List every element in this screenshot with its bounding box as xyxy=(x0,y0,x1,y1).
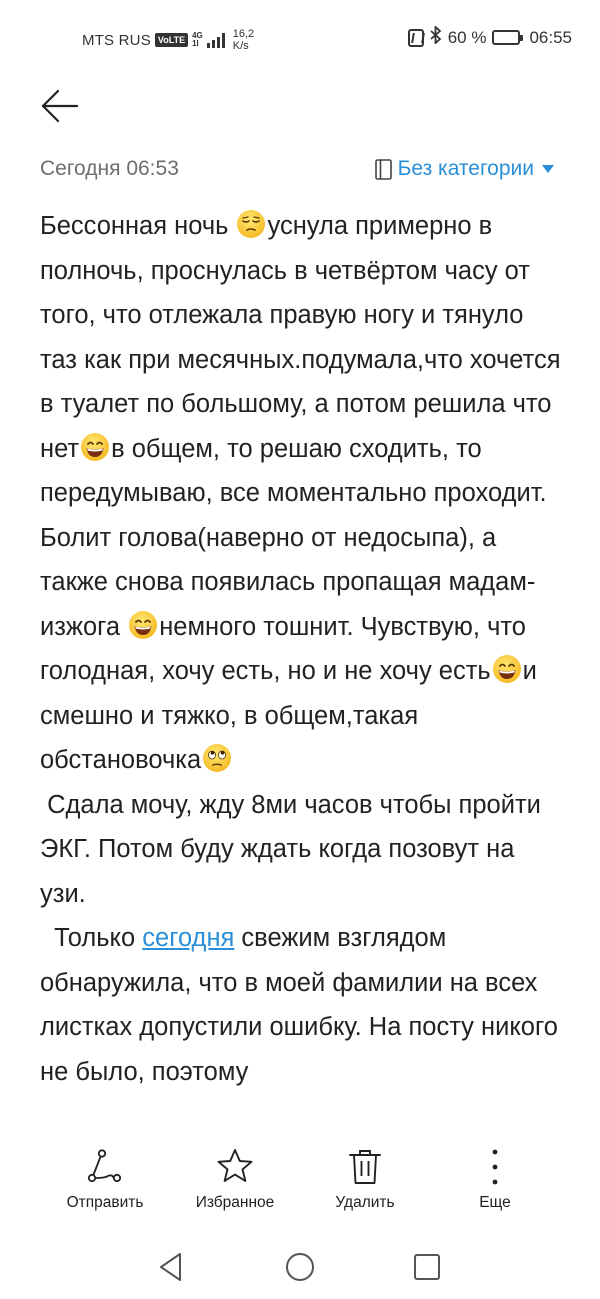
speed-unit: K/s xyxy=(232,40,249,52)
eye-roll-face-icon xyxy=(203,744,232,772)
network-speed: 16,2 K/s xyxy=(233,28,254,52)
favorite-label: Избранное xyxy=(195,1194,275,1211)
back-button[interactable] xyxy=(40,86,80,126)
square-recents-icon xyxy=(414,1254,440,1280)
bluetooth-icon xyxy=(430,24,442,49)
note-text: Только xyxy=(40,924,143,952)
trash-icon xyxy=(349,1150,381,1184)
battery-percent: 60 % xyxy=(447,27,487,47)
status-right: 60 % 06:55 xyxy=(407,24,572,49)
note-body[interactable]: Бессонная ночь уснула примерно в полночь… xyxy=(40,204,565,1139)
share-icon xyxy=(87,1149,122,1183)
grinning-face-icon xyxy=(129,610,158,639)
battery-icon xyxy=(492,30,524,45)
grinning-face-icon xyxy=(492,655,521,683)
signal-icon xyxy=(206,32,225,48)
system-nav-bar xyxy=(0,1236,600,1299)
note-date: Сегодня 06:53 xyxy=(40,157,179,180)
note-paragraph-3: Только сегодня свежим взглядом обнаружил… xyxy=(40,916,565,1094)
clock: 06:55 xyxy=(529,27,572,47)
star-icon xyxy=(217,1149,253,1182)
more-label: Еще xyxy=(479,1194,511,1211)
grinning-face-icon xyxy=(81,432,110,461)
category-selector[interactable]: Без категории xyxy=(374,156,554,182)
nav-recents-button[interactable] xyxy=(410,1250,444,1284)
delete-button[interactable]: Удалить xyxy=(300,1148,430,1212)
favorite-button[interactable]: Избранное xyxy=(170,1148,300,1212)
speed-value: 16,2 xyxy=(232,28,255,40)
network-type: 4G 1l xyxy=(192,32,203,48)
note-text: уснула примерно в полночь, проснулась в … xyxy=(40,212,561,463)
note-text: Бессонная ночь xyxy=(40,212,236,240)
category-label: Без категории xyxy=(397,157,534,180)
volte-badge: VoLTE xyxy=(154,33,189,47)
send-label: Отправить xyxy=(66,1194,144,1211)
note-paragraph-2: Сдала мочу, жду 8ми часов чтобы пройти Э… xyxy=(40,790,548,908)
carrier-name: MTS RUS xyxy=(82,31,151,49)
nfc-icon xyxy=(407,28,424,47)
send-button[interactable]: Отправить xyxy=(40,1148,170,1212)
delete-label: Удалить xyxy=(335,1194,395,1211)
nav-back-button[interactable] xyxy=(155,1250,189,1284)
network-type-bottom: 1l xyxy=(192,39,199,48)
note-meta: Сегодня 06:53 Без категории xyxy=(40,156,560,184)
notebook-icon xyxy=(374,158,392,180)
more-vertical-icon xyxy=(492,1149,498,1185)
caret-down-icon xyxy=(542,165,554,173)
note-paragraph-1: Бессонная ночь уснула примерно в полночь… xyxy=(40,204,565,783)
date-link[interactable]: сегодня xyxy=(142,924,234,952)
bottom-toolbar: Отправить Избранное Удалить Еще xyxy=(0,1148,600,1228)
nav-home-button[interactable] xyxy=(283,1250,317,1284)
status-bar: MTS RUS VoLTE 4G 1l 16,2 K/s 60 % 06:55 xyxy=(0,0,600,76)
more-button[interactable]: Еще xyxy=(430,1148,560,1212)
pensive-face-icon xyxy=(237,210,266,238)
triangle-back-icon xyxy=(160,1253,181,1281)
arrow-left-icon xyxy=(41,89,79,123)
note-text: в общем, то решаю сходить, то передумыва… xyxy=(40,434,547,641)
status-left: MTS RUS VoLTE 4G 1l 16,2 K/s xyxy=(82,28,254,52)
circle-home-icon xyxy=(286,1253,314,1281)
